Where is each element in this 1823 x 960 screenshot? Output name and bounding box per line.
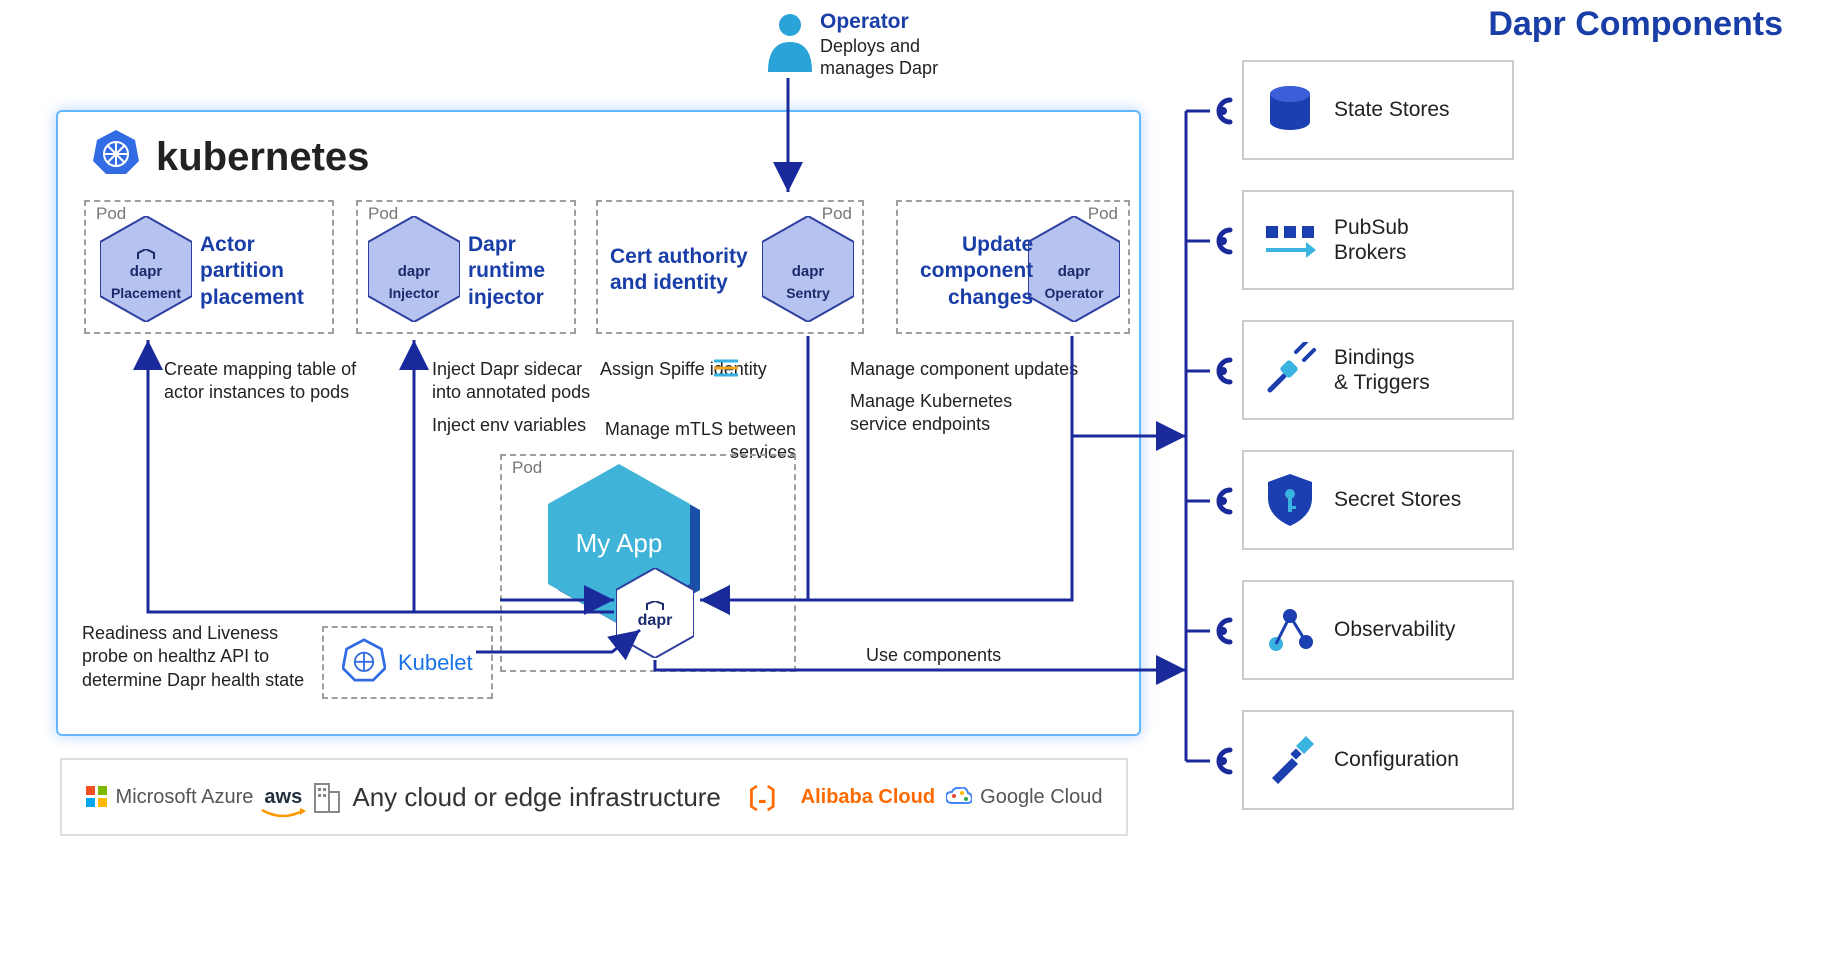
comp-secrets: Secret Stores (1242, 450, 1514, 550)
note-injector2: Inject env variables (432, 414, 586, 437)
footer-title: Any cloud or edge infrastructure (352, 782, 721, 813)
hex-placement: dapr Placement (100, 216, 192, 327)
hex-injector: dapr Injector (368, 216, 460, 327)
app-name: My App (534, 528, 704, 559)
connector-observ (1208, 616, 1238, 651)
comp-observability: Observability (1242, 580, 1514, 680)
kubernetes-title: kubernetes (92, 128, 369, 186)
connector-pubsub (1208, 226, 1238, 261)
hex-sidecar: dapr (616, 568, 694, 663)
hex-placement-sub: Placement (100, 285, 192, 301)
comp-bindings: Bindings & Triggers (1242, 320, 1514, 420)
connector-secrets (1208, 486, 1238, 521)
kubernetes-title-text: kubernetes (156, 135, 369, 180)
note-usecomp: Use components (866, 644, 1001, 667)
hex-operator-sub: Operator (1028, 285, 1120, 301)
note-injector1: Inject Dapr sidecar into annotated pods (432, 358, 590, 405)
operator-title: Operator (820, 10, 909, 34)
building-icon (313, 780, 341, 814)
hex-injector-sub: Injector (368, 285, 460, 301)
comp-bindings-label: Bindings & Triggers (1334, 345, 1430, 395)
note-placement: Create mapping table of actor instances … (164, 358, 356, 405)
comp-secrets-label: Secret Stores (1334, 487, 1461, 512)
note-kubelet: Readiness and Liveness probe on healthz … (82, 622, 304, 692)
tools-icon (1262, 732, 1318, 788)
hex-sentry-brand: dapr (762, 263, 854, 280)
spiffe-icon (714, 358, 738, 383)
kubernetes-logo-icon (92, 128, 140, 186)
note-operator2: Manage Kubernetes service endpoints (850, 390, 1012, 437)
pod-placement-text: Actor partition placement (200, 232, 304, 311)
note-operator1: Manage component updates (850, 358, 1078, 381)
kubelet-icon (342, 638, 386, 687)
cloud-footer: Microsoft Azure aws Any cloud or edge in… (60, 758, 1128, 836)
plug-icon (1262, 342, 1318, 398)
connector-state (1208, 96, 1238, 131)
pod-operator-text: Update component changes (920, 232, 1033, 311)
alibaba-label: Alibaba Cloud (801, 786, 935, 809)
comp-pubsub: PubSub Brokers (1242, 190, 1514, 290)
components-title: Dapr Components (1488, 5, 1783, 44)
alibaba-logo: 〔-〕 Alibaba Cloud (732, 779, 935, 816)
hex-injector-brand: dapr (368, 263, 460, 280)
aws-logo: aws (264, 786, 302, 809)
azure-logo: Microsoft Azure (86, 786, 254, 809)
comp-configuration: Configuration (1242, 710, 1514, 810)
operator-sub1: Deploys and (820, 36, 920, 57)
pubsub-icon (1262, 212, 1318, 268)
comp-configuration-label: Configuration (1334, 747, 1459, 772)
pod-sentry-text: Cert authority and identity (610, 244, 748, 297)
sidecar-label: dapr (616, 612, 694, 630)
kubelet-box: Kubelet (322, 626, 493, 699)
gcp-logo: Google Cloud (946, 786, 1102, 809)
connector-config (1208, 746, 1238, 781)
hex-sentry-sub: Sentry (762, 285, 854, 301)
aws-label: aws (264, 786, 302, 808)
connector-bindings (1208, 356, 1238, 391)
shield-key-icon (1262, 472, 1318, 528)
kubelet-label: Kubelet (398, 650, 473, 676)
comp-state-stores: State Stores (1242, 60, 1514, 160)
comp-observability-label: Observability (1334, 617, 1455, 642)
operator-user-icon (768, 14, 812, 77)
hex-operator-brand: dapr (1028, 263, 1120, 280)
comp-state-stores-label: State Stores (1334, 97, 1450, 122)
hex-sentry: dapr Sentry (762, 216, 854, 327)
hex-operator: dapr Operator (1028, 216, 1120, 327)
database-icon (1262, 82, 1318, 138)
comp-pubsub-label: PubSub Brokers (1334, 215, 1409, 265)
azure-label: Microsoft Azure (116, 786, 254, 809)
observability-icon (1262, 602, 1318, 658)
hex-placement-brand: dapr (100, 263, 192, 280)
note-sentry1: Assign Spiffe identity (600, 358, 767, 381)
operator-sub2: manages Dapr (820, 58, 938, 79)
gcp-label: Google Cloud (980, 786, 1102, 809)
pod-injector-text: Dapr runtime injector (468, 232, 545, 311)
